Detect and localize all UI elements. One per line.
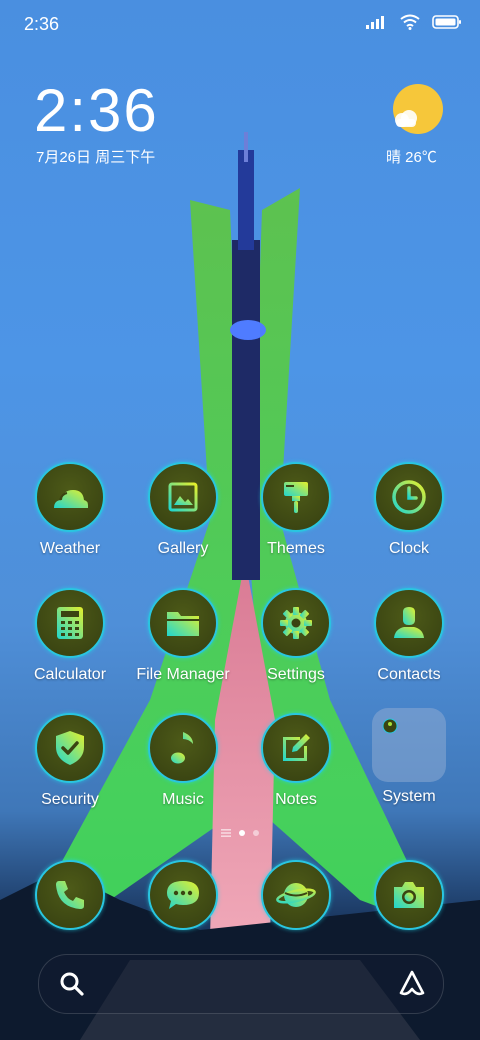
app-settings-icon-bg[interactable]	[261, 588, 331, 658]
app-security-icon-bg[interactable]	[35, 713, 105, 783]
music-note-icon	[171, 732, 193, 764]
status-bar: 2:36	[0, 0, 480, 50]
dock-camera-icon-bg[interactable]	[374, 860, 444, 930]
phone-icon	[56, 881, 84, 909]
app-notes-icon-bg[interactable]	[261, 713, 331, 783]
gear-icon	[280, 607, 312, 639]
app-clock-icon-bg[interactable]	[374, 462, 444, 532]
sun-cloud-icon[interactable]	[388, 82, 446, 140]
app-weather[interactable]: Weather	[14, 462, 126, 558]
folder-icon	[167, 612, 199, 636]
shield-check-icon	[56, 731, 84, 765]
clock-icon	[392, 480, 426, 514]
app-label: Clock	[388, 540, 429, 557]
app-calculator-icon-bg[interactable]	[35, 588, 105, 658]
app-system-folder[interactable]: System	[353, 708, 465, 806]
wifi-icon	[400, 14, 420, 30]
dock-phone-icon-bg[interactable]	[35, 860, 105, 930]
planet-browser-icon	[276, 883, 316, 907]
app-label: Security	[41, 791, 99, 808]
app-themes-icon-bg[interactable]	[261, 462, 331, 532]
search-bar[interactable]	[38, 954, 444, 1014]
dock-camera[interactable]	[353, 860, 465, 930]
app-contacts[interactable]: Contacts	[353, 588, 465, 684]
dock-messages[interactable]	[127, 860, 239, 930]
clock-widget-date: 7月26日 周三下午	[36, 149, 156, 166]
page-dot[interactable]	[253, 830, 259, 836]
themes-brush-icon	[284, 482, 308, 513]
page-indicator[interactable]	[0, 828, 480, 838]
assistant-icon[interactable]	[397, 969, 427, 999]
folder-group-icon	[382, 718, 398, 734]
weather-widget-text: 晴 26℃	[386, 149, 437, 166]
app-label: System	[382, 788, 436, 805]
app-label: File Manager	[136, 666, 230, 683]
status-icons	[366, 14, 462, 30]
weather-icon	[54, 490, 88, 508]
notes-pencil-icon	[283, 734, 310, 761]
app-calculator[interactable]: Calculator	[14, 588, 126, 684]
gallery-icon	[168, 482, 198, 512]
signal-icon	[366, 16, 384, 29]
app-label: Themes	[267, 540, 325, 557]
dock-phone[interactable]	[14, 860, 126, 930]
app-music-icon-bg[interactable]	[148, 713, 218, 783]
app-settings[interactable]: Settings	[240, 588, 352, 684]
search-icon[interactable]	[59, 971, 85, 997]
app-file-manager[interactable]: File Manager	[127, 588, 239, 684]
message-icon	[167, 881, 199, 909]
battery-icon	[432, 15, 461, 29]
page-list-icon	[221, 829, 231, 837]
app-weather-icon-bg[interactable]	[35, 462, 105, 532]
app-label: Calculator	[33, 666, 107, 683]
calculator-icon	[57, 607, 83, 639]
contact-icon	[394, 607, 424, 638]
app-clock[interactable]: Clock	[353, 462, 465, 558]
app-contacts-icon-bg[interactable]	[374, 588, 444, 658]
app-label: Gallery	[157, 540, 209, 557]
system-folder-icon[interactable]	[372, 708, 446, 782]
app-label: Weather	[39, 540, 101, 557]
app-gallery[interactable]: Gallery	[127, 462, 239, 558]
app-label: Contacts	[377, 666, 441, 683]
app-gallery-icon-bg[interactable]	[148, 462, 218, 532]
status-time: 2:36	[24, 14, 60, 34]
app-label: Music	[162, 791, 204, 808]
camera-icon	[394, 882, 424, 908]
clock-widget-time[interactable]: 2:36	[34, 76, 159, 145]
app-notes[interactable]: Notes	[240, 713, 352, 809]
dock-browser-icon-bg[interactable]	[261, 860, 331, 930]
dock-messages-icon-bg[interactable]	[148, 860, 218, 930]
page-dot-active[interactable]	[239, 830, 245, 836]
dock-browser[interactable]	[240, 860, 352, 930]
app-label: Settings	[267, 666, 325, 683]
app-label: Notes	[275, 791, 317, 808]
app-music[interactable]: Music	[127, 713, 239, 809]
app-file-manager-icon-bg[interactable]	[148, 588, 218, 658]
app-themes[interactable]: Themes	[240, 462, 352, 558]
app-security[interactable]: Security	[14, 713, 126, 809]
